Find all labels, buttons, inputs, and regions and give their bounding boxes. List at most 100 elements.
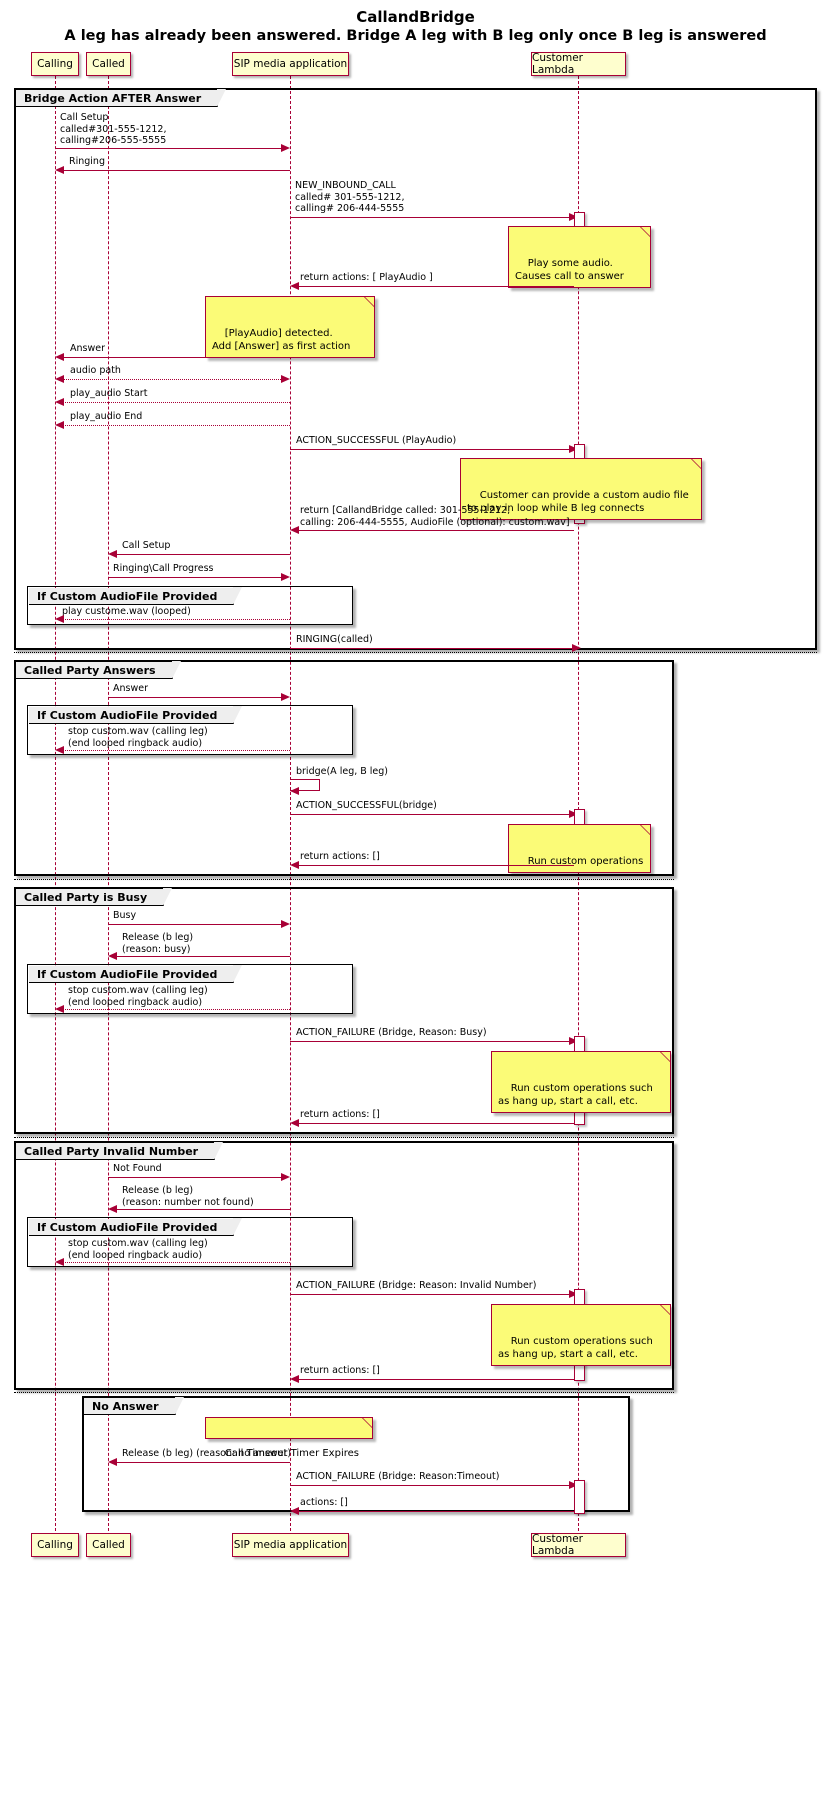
participant-label: SIP media application [233, 58, 348, 70]
message-arrow-new-inbound-call [290, 217, 571, 218]
note-call-timeout-timer: Call Timeout Timer Expires [205, 1417, 373, 1459]
message-label-play-audio-start: play_audio Start [70, 388, 148, 399]
diagram-subtitle: A leg has already been answered. Bridge … [64, 28, 767, 44]
arrowhead-left [55, 1004, 64, 1013]
note-play-some-audio: Play some audio. Causes call to answer [508, 226, 651, 288]
group-label-if-custom-audiofile-2: If Custom AudioFile Provided [29, 706, 243, 724]
note-fold-inner [363, 1418, 372, 1427]
arrowhead-left [290, 525, 299, 534]
group-label-text: If Custom AudioFile Provided [37, 968, 218, 981]
arrowhead-left [290, 281, 299, 290]
note-fold-inner [661, 1052, 670, 1061]
participant-calling[interactable]: Calling [31, 52, 79, 76]
message-arrow-action-failure-invalid [290, 1294, 571, 1295]
note-fold-inner [661, 1305, 670, 1314]
message-label-return-actions-3: return actions: [] [300, 1365, 380, 1376]
note-run-custom-operations-2: Run custom operations such as hang up, s… [491, 1051, 671, 1113]
participant-footer-lambda[interactable]: Customer Lambda [531, 1533, 626, 1557]
message-arrow-stop-custom-wav-1 [62, 750, 290, 751]
message-label-action-failure-timeout: ACTION_FAILURE (Bridge: Reason:Timeout) [296, 1471, 500, 1482]
message-label-release-busy: Release (b leg) (reason: busy) [122, 932, 194, 955]
alt-divider-3 [14, 1137, 674, 1138]
message-arrow-call-setup-a [55, 148, 283, 149]
note-playaudio-detected: [PlayAudio] detected. Add [Answer] as fi… [205, 296, 375, 358]
note-run-custom-operations-3: Run custom operations such as hang up, s… [491, 1304, 671, 1366]
group-label-text: If Custom AudioFile Provided [37, 1221, 218, 1234]
message-arrow-return-callandbridge [297, 530, 574, 531]
group-label-bridge-action: Bridge Action AFTER Answer [16, 89, 227, 107]
participant-called[interactable]: Called [86, 52, 131, 76]
message-label-answer-1: Answer [70, 343, 105, 354]
alt-divider-2 [14, 879, 674, 880]
participant-footer-sma[interactable]: SIP media application [232, 1533, 349, 1557]
group-label-called-party-answers: Called Party Answers [16, 661, 181, 679]
note-text: Play some audio. Causes call to answer [515, 258, 624, 282]
arrowhead-left [290, 786, 299, 795]
arrowhead-right [281, 572, 290, 581]
message-arrow-stop-custom-wav-2 [62, 1009, 290, 1010]
message-arrow-action-failure-timeout [290, 1485, 571, 1486]
group-label-no-answer: No Answer [84, 1397, 184, 1415]
group-label-if-custom-audiofile-3: If Custom AudioFile Provided [29, 965, 243, 983]
message-arrow-busy [108, 924, 283, 925]
message-arrow-ringing-call-progress [108, 577, 283, 578]
group-label-text: If Custom AudioFile Provided [37, 709, 218, 722]
arrowhead-left [55, 165, 64, 174]
arrowhead-left [290, 1374, 299, 1383]
message-label-ringing: Ringing [69, 156, 105, 167]
message-arrow-release-not-found [115, 1209, 290, 1210]
message-label-stop-custom-wav-2: stop custom.wav (calling leg) (end loope… [68, 985, 208, 1008]
arrowhead-left [108, 1457, 117, 1466]
arrowhead-right [572, 643, 581, 652]
message-label-ringing-call-progress: Ringing\Call Progress [113, 563, 214, 574]
participant-footer-called[interactable]: Called [86, 1533, 131, 1557]
message-label-audio-path: audio path [70, 365, 121, 376]
message-arrow-call-setup-b [115, 554, 290, 555]
participant-label: Customer Lambda [532, 1533, 584, 1557]
message-arrow-not-found [108, 1177, 283, 1178]
note-fold-inner [641, 825, 650, 834]
sequence-diagram: CallandBridge A leg has already been ans… [0, 0, 831, 1815]
note-text: Run custom operations such as hang up, s… [498, 1083, 653, 1107]
arrowhead-left [290, 1118, 299, 1127]
participant-label: Calling [37, 1539, 73, 1551]
arrowhead-left [108, 951, 117, 960]
arrowhead-left [108, 549, 117, 558]
message-label-actions-empty: actions: [] [300, 1497, 348, 1508]
message-label-call-setup-a: Call Setup called#301-555-1212, calling#… [60, 112, 167, 146]
message-arrow-return-actions-3 [297, 1379, 574, 1380]
participant-sma[interactable]: SIP media application [232, 52, 349, 76]
group-label-text: No Answer [92, 1400, 159, 1413]
message-arrow-release-busy [115, 956, 290, 957]
message-arrow-play-audio-end [62, 425, 290, 426]
arrowhead-left [55, 1257, 64, 1266]
group-label-if-custom-audiofile-1: If Custom AudioFile Provided [29, 587, 243, 605]
arrowhead-left [55, 352, 64, 361]
note-fold-inner [641, 227, 650, 236]
group-label-text: Called Party Invalid Number [24, 1145, 199, 1158]
message-arrow-action-successful-bridge [290, 814, 571, 815]
participant-footer-calling[interactable]: Calling [31, 1533, 79, 1557]
message-arrow-play-audio-start [62, 402, 290, 403]
message-label-return-actions-2: return actions: [] [300, 1109, 380, 1120]
group-label-text: Called Party is Busy [24, 891, 148, 904]
message-label-return-actions-1: return actions: [] [300, 851, 380, 862]
message-label-ringing-called: RINGING(called) [296, 634, 373, 645]
arrowhead-left [55, 374, 64, 383]
arrowhead-left [55, 420, 64, 429]
message-arrow-play-custom-wav [62, 619, 290, 620]
message-label-return-callandbridge: return [CallandBridge called: 301-555-12… [300, 505, 570, 528]
message-label-action-failure-invalid: ACTION_FAILURE (Bridge: Reason: Invalid … [296, 1280, 537, 1291]
arrowhead-right [281, 1172, 290, 1181]
message-label-action-successful-bridge: ACTION_SUCCESSFUL(bridge) [296, 800, 437, 811]
participant-lambda[interactable]: Customer Lambda [531, 52, 626, 76]
arrowhead-right [281, 692, 290, 701]
arrowhead-right [281, 919, 290, 928]
note-text: [PlayAudio] detected. Add [Answer] as fi… [212, 328, 351, 352]
message-label-action-failure-busy: ACTION_FAILURE (Bridge, Reason: Busy) [296, 1027, 487, 1038]
message-label-stop-custom-wav-1: stop custom.wav (calling leg) (end loope… [68, 726, 208, 749]
message-label-return-playaudio: return actions: [ PlayAudio ] [300, 272, 433, 283]
message-arrow-actions-empty [297, 1511, 574, 1512]
message-label-busy: Busy [113, 910, 137, 921]
message-label-release-no-answer: Release (b leg) (reason: no answer) [122, 1448, 292, 1459]
